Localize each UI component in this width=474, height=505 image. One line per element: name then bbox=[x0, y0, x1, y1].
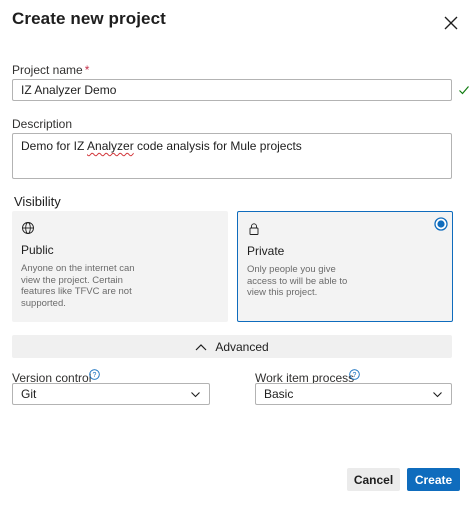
globe-icon bbox=[22, 222, 34, 234]
svg-text:?: ? bbox=[353, 372, 357, 379]
create-button[interactable]: Create bbox=[407, 468, 460, 491]
description-text-start: Demo for IZ bbox=[21, 139, 88, 153]
advanced-label: Advanced bbox=[215, 339, 269, 354]
description-label: Description bbox=[12, 117, 73, 131]
visibility-option-public[interactable]: Public Anyone on the internet can view t… bbox=[12, 211, 228, 322]
description-text-spellcheck: Analyzer bbox=[87, 139, 134, 153]
chevron-up-icon bbox=[195, 343, 207, 350]
project-name-input[interactable] bbox=[12, 79, 452, 101]
description-text-end: code analysis for Mule projects bbox=[133, 139, 302, 153]
work-item-process-select[interactable]: Basic bbox=[255, 383, 452, 405]
description-input[interactable]: Demo for IZ Analyzer code analysis for M… bbox=[12, 133, 452, 179]
version-control-select[interactable]: Git bbox=[12, 383, 210, 405]
lock-icon bbox=[249, 223, 259, 235]
create-project-dialog: Create new project Project name* Descrip… bbox=[0, 0, 474, 505]
advanced-toggle[interactable]: Advanced bbox=[12, 335, 452, 358]
close-icon[interactable] bbox=[440, 12, 462, 34]
work-item-process-value: Basic bbox=[264, 387, 294, 401]
project-name-label: Project name * bbox=[12, 63, 89, 77]
private-title: Private bbox=[247, 244, 285, 258]
chevron-down-icon bbox=[433, 391, 442, 397]
visibility-label: Visibility bbox=[14, 194, 61, 209]
visibility-option-private[interactable]: Private Only people you give access to w… bbox=[237, 211, 453, 322]
private-radio-selected[interactable] bbox=[434, 217, 448, 231]
valid-check-icon bbox=[459, 86, 469, 95]
version-control-help-icon[interactable]: ? bbox=[89, 369, 100, 380]
version-control-value: Git bbox=[21, 387, 37, 401]
svg-text:?: ? bbox=[93, 372, 97, 379]
chevron-down-icon bbox=[191, 391, 200, 397]
public-description: Anyone on the internet can view the proj… bbox=[21, 263, 135, 309]
required-mark: * bbox=[84, 63, 90, 77]
cancel-button[interactable]: Cancel bbox=[347, 468, 400, 491]
dialog-title: Create new project bbox=[12, 9, 166, 28]
project-name-label-text: Project name bbox=[12, 63, 83, 77]
work-item-process-help-icon[interactable]: ? bbox=[349, 369, 360, 380]
private-description: Only people you give access to will be a… bbox=[247, 264, 348, 298]
public-title: Public bbox=[21, 243, 54, 257]
